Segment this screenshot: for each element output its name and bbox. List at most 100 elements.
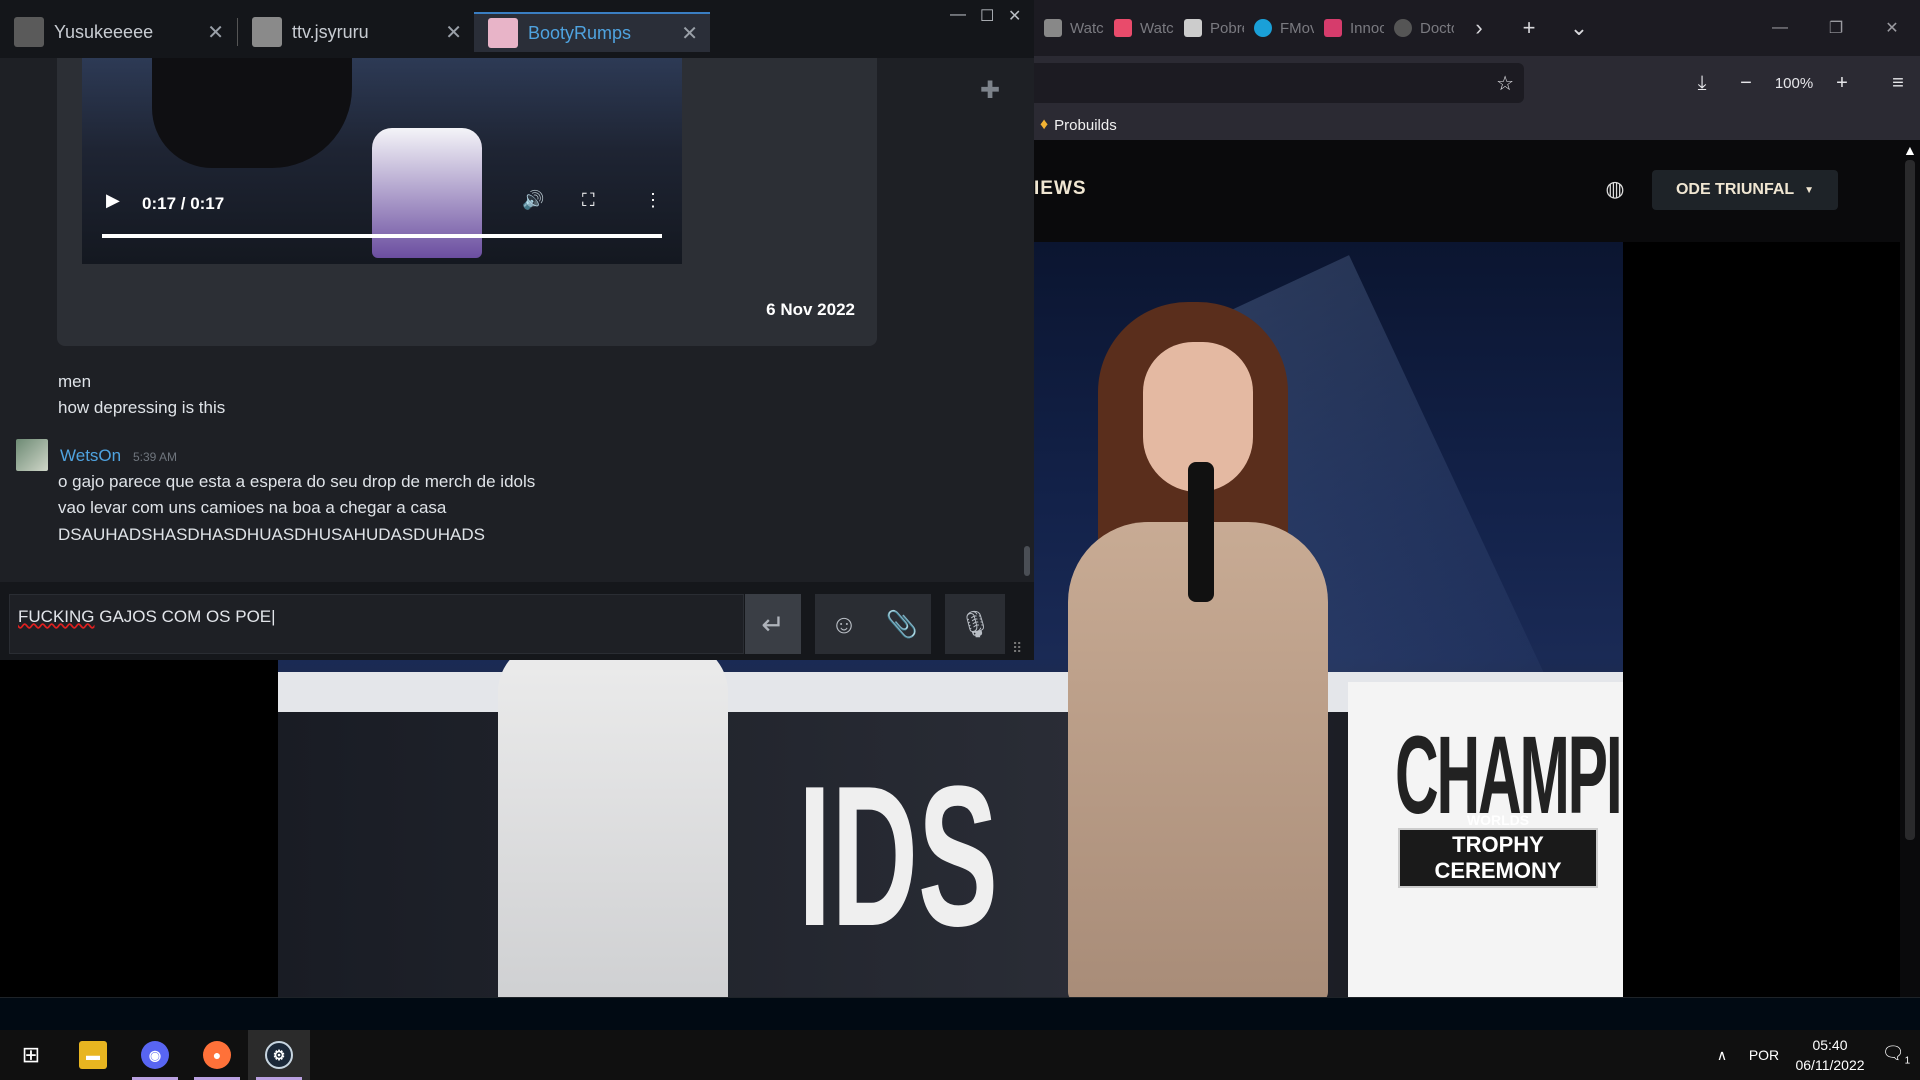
song-select-button[interactable]: ODE TRIUNFAL ▼ [1652,170,1838,210]
avatar [252,17,282,47]
page-footer-strip [0,997,1920,1030]
video-player[interactable]: ▶ 0:17 / 0:17 🔊 ⛶ ⋮ [82,58,682,264]
close-tab-icon[interactable]: ✕ [445,20,462,45]
emoticon-icon[interactable]: ☺ [815,594,873,654]
ff-tab-docto[interactable]: Docto [1384,8,1454,48]
input-language[interactable]: POR [1740,1047,1788,1063]
taskbar-steam[interactable]: ⚙ [248,1030,310,1080]
chat-tab-bar: Yusukeeeee ✕ ttv.jsyruru ✕ BootyRumps ✕ … [0,0,1034,58]
enter-icon: ↵ [761,608,785,640]
attachment-icon[interactable]: 📎 [873,594,931,654]
chat-tab-bootyrumps[interactable]: BootyRumps ✕ [474,12,710,52]
microphone-icon: 🎙 [958,608,992,639]
scroll-up-icon[interactable]: ▲ [1903,142,1917,158]
chat-tab-ttv-jsyruru[interactable]: ttv.jsyruru ✕ [238,12,474,52]
site-nav-news[interactable]: IEWS [1034,178,1087,200]
sender-name[interactable]: WetsOn [60,446,121,466]
chat-tab-yusukeeeee[interactable]: Yusukeeeee ✕ [0,12,236,52]
clock-time: 05:40 [1812,1037,1848,1053]
chat-scrollbar[interactable] [1024,546,1030,576]
start-button[interactable]: ⊞ [0,1030,62,1080]
ff-tab-fmovies[interactable]: FMov [1244,8,1314,48]
bookmark-star-icon[interactable]: ☆ [1496,71,1514,96]
stage-lettering: IDS [798,745,999,968]
new-tab-icon[interactable]: + [1504,15,1554,41]
badge-worlds: WORLDS [1466,812,1530,828]
steam-icon: ⚙ [265,1041,293,1069]
downloads-icon[interactable]: ⤓ [1680,72,1724,95]
add-friend-icon[interactable]: ✚ [980,76,1000,105]
bookmark-probuilds[interactable]: Probuilds [1054,117,1117,134]
ff-tab-watch-2[interactable]: Watch [1104,8,1174,48]
probuilds-favicon-icon: ♦ [1040,116,1049,133]
folder-icon: ▬ [79,1041,107,1069]
close-window-icon[interactable]: ✕ [1864,18,1920,38]
scroll-thumb[interactable] [1905,160,1915,840]
more-options-icon[interactable]: ⋮ [644,190,662,211]
firefox-icon: ● [203,1041,231,1069]
windows-taskbar: ⊞ ▬ ◉ ● ⚙ ∧ POR 05:40 06/11/2022 🗨1 [0,1030,1920,1080]
zoom-in-icon[interactable]: + [1820,72,1864,95]
composer-tools: ☺ 📎 [815,594,931,654]
trophy-ceremony-badge: WORLDS TROPHY CEREMONY [1398,812,1598,888]
tab-favicon-icon [1254,19,1272,37]
tab-scroll-right-icon[interactable]: › [1454,15,1504,41]
bookmarks-toolbar: ♦ Probuilds [1034,110,1920,140]
system-tray: ∧ POR 05:40 06/11/2022 🗨1 [1704,1030,1920,1080]
notification-center-icon[interactable]: 🗨1 [1872,1043,1920,1067]
minimize-icon[interactable]: — [950,6,966,24]
close-tab-icon[interactable]: ✕ [207,20,224,45]
page-scrollbar[interactable]: ▲ ▼ [1900,140,1920,1030]
windows-icon: ⊞ [21,1042,41,1067]
firefox-tab-bar: Watch Watch Pobre FMov Innoc Docto › + ⌄… [1034,0,1920,56]
send-button[interactable]: ↵ [745,594,801,654]
list-all-tabs-icon[interactable]: ⌄ [1554,15,1604,41]
zoom-out-icon[interactable]: − [1724,72,1768,95]
chat-input-text: GAJOS COM OS POE [94,607,272,626]
video-time: 0:17 / 0:17 [142,194,225,213]
tray-chevron-up-icon[interactable]: ∧ [1704,1047,1740,1064]
chat-message: DSAUHADSHASDHASDHUASDHUSAHUDASDUHADS [58,525,485,544]
menu-icon[interactable]: ≡ [1876,72,1920,95]
close-window-icon[interactable]: ✕ [1008,6,1021,26]
play-icon[interactable]: ▶ [106,190,120,211]
ff-tab-watch-1[interactable]: Watch [1034,8,1104,48]
tab-favicon-icon [1394,19,1412,37]
close-tab-icon[interactable]: ✕ [681,21,698,46]
ff-tab-pobre[interactable]: Pobre [1174,8,1244,48]
chevron-down-icon: ▼ [1804,184,1815,196]
message-time: 5:39 AM [133,450,178,464]
song-select-label: ODE TRIUNFAL [1675,181,1795,198]
globe-icon[interactable]: ◍ [1600,176,1630,206]
video-progress-bar[interactable] [102,234,662,238]
avatar[interactable] [16,439,48,471]
chat-message: men [58,372,92,391]
taskbar-file-explorer[interactable]: ▬ [62,1030,124,1080]
presenter-left [498,642,728,997]
taskbar-discord[interactable]: ◉ [124,1030,186,1080]
chat-input[interactable]: FUCKING GAJOS COM OS POE| [9,594,744,654]
steam-chat-window: Yusukeeeee ✕ ttv.jsyruru ✕ BootyRumps ✕ … [0,0,1034,660]
chat-message: vao levar com uns camioes na boa a chega… [58,498,447,517]
volume-icon[interactable]: 🔊 [522,190,544,211]
video-embed-message: ▶ 0:17 / 0:17 🔊 ⛶ ⋮ 6 Nov 2022 [57,58,877,346]
ff-tab-innoc[interactable]: Innoc [1314,8,1384,48]
firefox-nav-bar: ☆ ⤓ − 100% + ≡ [1034,56,1920,110]
tab-favicon-icon [1324,19,1342,37]
restore-icon[interactable]: ❐ [1808,18,1864,38]
clock[interactable]: 05:40 06/11/2022 [1788,1035,1872,1075]
fullscreen-icon[interactable]: ⛶ [582,190,595,211]
maximize-icon[interactable]: ☐ [980,6,994,26]
tab-favicon-icon [1184,19,1202,37]
avatar [14,17,44,47]
zoom-level[interactable]: 100% [1768,75,1820,92]
message-date: 6 Nov 2022 [766,300,855,319]
url-bar[interactable]: ☆ [1034,63,1524,103]
voice-chat-button[interactable]: 🎙 [945,594,1005,654]
taskbar-firefox[interactable]: ● [186,1030,248,1080]
message-composer: FUCKING GAJOS COM OS POE| ↵ ☺ 📎 🎙 [0,582,1034,660]
resize-grip-icon[interactable]: ⠿ [1012,640,1022,657]
misspelled-word: FUCKING [18,607,95,626]
presenter-right [1038,302,1338,997]
minimize-icon[interactable]: — [1752,19,1808,37]
